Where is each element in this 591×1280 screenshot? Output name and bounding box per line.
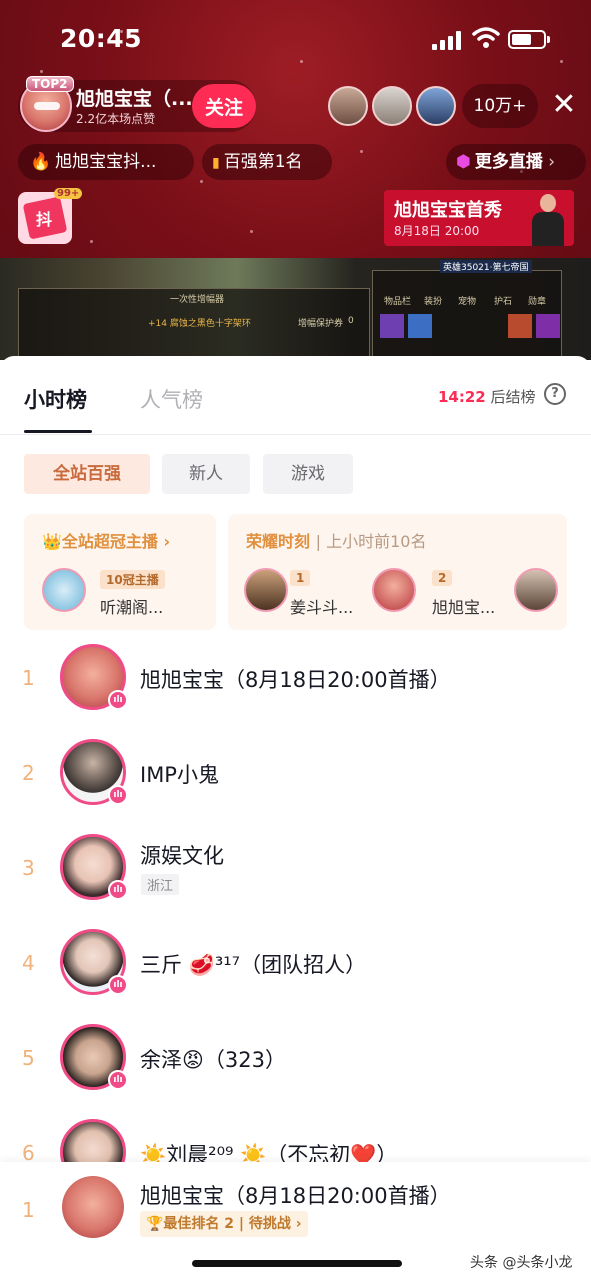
live-indicator-icon: ılı	[108, 1070, 128, 1090]
more-live-chip[interactable]: ⬢ 更多直播 ›	[446, 144, 586, 180]
glory-name-1: 姜斗斗...	[290, 598, 354, 617]
gift-box[interactable]: 抖 99+	[18, 188, 83, 244]
streamer-name: 旭旭宝宝（8月18日20:00首播）	[140, 668, 451, 692]
rank-row[interactable]: 5 ılı 余泽😡（323）	[0, 1014, 591, 1104]
rank-number: 1	[22, 666, 35, 690]
my-avatar[interactable]	[62, 1176, 124, 1238]
gift-count-badge: 99+	[54, 188, 83, 199]
glory-avatar-2	[372, 568, 416, 612]
glory-card-title: 荣耀时刻 | 上小时前10名	[246, 532, 427, 551]
glory-rank-1: 1	[290, 570, 311, 586]
my-rank-number: 1	[22, 1198, 35, 1222]
my-streamer-name: 旭旭宝宝（8月18日20:00首播）	[140, 1184, 451, 1208]
live-indicator-icon: ılı	[108, 880, 128, 900]
gift-logo-icon: 抖	[36, 210, 53, 229]
glory-rank-2: 2	[432, 570, 453, 586]
premiere-banner[interactable]: 旭旭宝宝首秀 8月18日 20:00	[384, 190, 574, 246]
champion-card[interactable]: 👑全站超冠主播 › 10冠主播 听潮阁...	[24, 514, 216, 630]
streamer-name: 三斤 🥩³¹⁷（团队招人）	[140, 953, 367, 977]
live-room-header: 20:45 TOP2 旭旭宝宝（... 2.2亿本场点赞 关注 10万+ ✕ 🔥…	[0, 0, 591, 360]
top2-badge: TOP2	[26, 76, 74, 92]
rank-number: 4	[22, 951, 35, 975]
glory-name-2: 旭旭宝...	[432, 598, 496, 617]
countdown: 14:22 后结榜	[438, 388, 536, 406]
live-icon: ⬢	[456, 152, 471, 172]
streamer-name: 余泽😡（323）	[140, 1048, 286, 1072]
champion-tag: 10冠主播	[100, 570, 165, 589]
flame-icon: 🔥	[30, 152, 52, 172]
game-item-icon	[380, 314, 404, 338]
help-icon[interactable]: ?	[544, 383, 566, 405]
home-indicator[interactable]	[192, 1260, 402, 1267]
viewer-avatar[interactable]	[416, 86, 456, 126]
rank-number: 2	[22, 761, 35, 785]
glory-card[interactable]: 荣耀时刻 | 上小时前10名 1 姜斗斗... 2 旭旭宝...	[228, 514, 567, 630]
rank-row[interactable]: 4 ılı 三斤 🥩³¹⁷（团队招人）	[0, 919, 591, 1009]
crown-icon: 👑	[42, 532, 62, 551]
game-item-icon	[508, 314, 532, 338]
tab-indicator	[24, 430, 92, 433]
live-indicator-icon: ılı	[108, 690, 128, 710]
premiere-host-image	[530, 194, 566, 246]
best-rank-badge[interactable]: 🏆最佳排名 2 | 待挑战 ›	[140, 1211, 308, 1237]
rank-number: 3	[22, 856, 35, 880]
streamer-name: 源娱文化	[140, 844, 224, 868]
champion-avatar	[42, 568, 86, 612]
rank-number: 5	[22, 1046, 35, 1070]
divider	[0, 434, 591, 435]
viewer-count[interactable]: 10万+	[462, 84, 538, 128]
signal-icon	[432, 30, 462, 50]
viewer-avatar[interactable]	[372, 86, 412, 126]
filter-game[interactable]: 游戏	[263, 454, 353, 494]
host-likes: 2.2亿本场点赞	[76, 112, 156, 126]
streamer-name: IMP小鬼	[140, 763, 219, 787]
glory-avatar-1	[244, 568, 288, 612]
rank-row[interactable]: 2 ılı IMP小鬼	[0, 729, 591, 819]
game-item-icon	[536, 314, 560, 338]
rank-row[interactable]: 3 ılı 源娱文化 浙江	[0, 824, 591, 914]
battery-icon	[508, 30, 550, 49]
status-time: 20:45	[60, 24, 143, 53]
live-indicator-icon: ılı	[108, 975, 128, 995]
champion-card-title: 👑全站超冠主播 ›	[42, 532, 171, 551]
viewer-avatar[interactable]	[328, 86, 368, 126]
rank-chip-top100[interactable]: ▮ 百强第1名	[202, 144, 332, 180]
glory-avatar-3	[514, 568, 558, 612]
tab-popularity-rank[interactable]: 人气榜	[140, 384, 203, 414]
filter-newcomer[interactable]: 新人	[162, 454, 250, 494]
live-indicator-icon: ılı	[108, 785, 128, 805]
champion-name: 听潮阁...	[100, 598, 164, 617]
rank-chip-host[interactable]: 🔥 旭旭宝宝抖...	[18, 144, 194, 180]
close-icon[interactable]: ✕	[548, 90, 580, 122]
ranking-sheet: 小时榜 人气榜 14:22 后结榜 ? 全站百强 新人 游戏 👑全站超冠主播 ›…	[0, 356, 591, 1280]
tab-hourly-rank[interactable]: 小时榜	[24, 384, 87, 414]
watermark: 头条 @头条小龙	[470, 1255, 573, 1271]
host-name: 旭旭宝宝（...	[76, 88, 193, 110]
follow-button[interactable]: 关注	[192, 84, 256, 128]
rank-row[interactable]: 1 ılı 旭旭宝宝（8月18日20:00首播）	[0, 634, 591, 724]
wifi-icon	[472, 27, 500, 48]
game-item-icon	[408, 314, 432, 338]
game-stream-view[interactable]: 一次性增幅器 +14 腐蚀之黑色十字架环 增幅保护券 0 英雄35021·第七帝…	[0, 258, 591, 360]
premiere-time: 8月18日 20:00	[394, 224, 480, 238]
premiere-title: 旭旭宝宝首秀	[394, 200, 502, 221]
status-bar: 20:45	[0, 22, 591, 58]
filter-all-top100[interactable]: 全站百强	[24, 454, 150, 494]
region-tag: 浙江	[141, 874, 180, 895]
bars-icon: ▮	[212, 155, 220, 171]
my-rank-bar[interactable]: 1 旭旭宝宝（8月18日20:00首播） 🏆最佳排名 2 | 待挑战 › 头条 …	[0, 1162, 591, 1280]
